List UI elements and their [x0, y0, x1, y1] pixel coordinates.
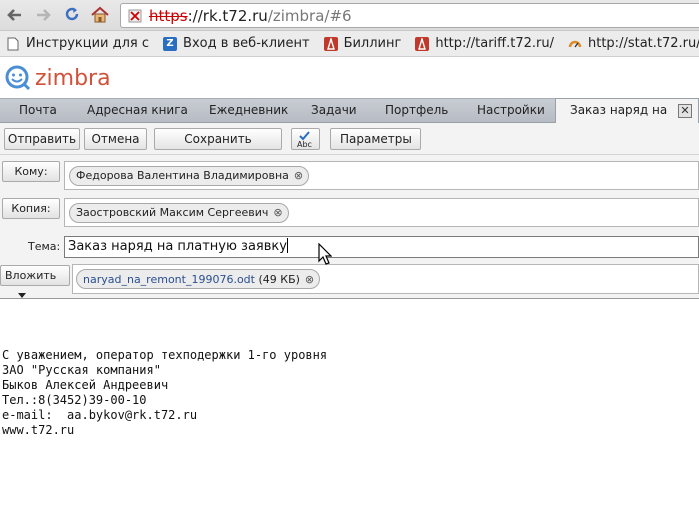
- bookmark-label: Биллинг: [343, 36, 402, 51]
- signature-line: Быков Алексей Андреевич: [2, 378, 169, 392]
- recipient-name: Заостровский Максим Сергеевич: [76, 206, 269, 219]
- tab-mail[interactable]: Почта: [19, 99, 57, 123]
- attach-button[interactable]: Вложить: [0, 265, 70, 298]
- compose-toolbar: Отправить Отмена Сохранить черновик Abc …: [0, 123, 699, 166]
- recipient-name: Федорова Валентина Владимировна: [76, 169, 289, 182]
- bookmark-item[interactable]: http://tariff.t72.ru/: [415, 36, 554, 51]
- app-tabs: Почта Адресная книга Ежедневник Задачи П…: [0, 98, 699, 124]
- attachments-field: naryad_na_remont_199076.odt (49 КБ) ⊗: [72, 264, 699, 294]
- remove-icon[interactable]: ⊗: [294, 169, 303, 182]
- bookmark-label: http://tariff.t72.ru/: [435, 36, 554, 51]
- tab-briefcase[interactable]: Портфель: [385, 99, 448, 123]
- bookmarks-bar: Инструкции для с Z Вход в веб-клиент Бил…: [0, 31, 699, 57]
- browser-toolbar: https://rk.t72.ru/zimbra/#6: [0, 0, 699, 31]
- bookmark-item[interactable]: Биллинг: [323, 36, 402, 51]
- signature-line: Тел.:8(3452)39-00-10: [2, 393, 147, 407]
- forward-button[interactable]: [32, 4, 54, 26]
- recipient-bubble[interactable]: Федорова Валентина Владимировна ⊗: [69, 165, 310, 186]
- bookmark-label: Инструкции для с: [26, 36, 150, 51]
- gauge-icon: [568, 37, 582, 51]
- attach-label: Вложить: [5, 269, 57, 282]
- tower-icon: [415, 36, 430, 51]
- home-button[interactable]: [89, 4, 111, 26]
- cc-button[interactable]: Копия:: [2, 198, 60, 219]
- recipient-bubble[interactable]: Заостровский Максим Сергеевич ⊗: [69, 202, 289, 223]
- tab-calendar[interactable]: Ежедневник: [209, 99, 288, 123]
- to-button[interactable]: Кому:: [2, 161, 60, 182]
- subject-label: Тема:: [28, 240, 61, 253]
- signature: С уважением, оператор техподержки 1-го у…: [2, 348, 327, 438]
- bookmark-item[interactable]: http://stat.t72.ru/i: [568, 36, 699, 51]
- zimbra-smiley-icon: [5, 65, 31, 91]
- insecure-lock-icon: [128, 9, 142, 22]
- tab-compose[interactable]: Заказ наряд на ✕: [555, 98, 699, 124]
- back-button[interactable]: [4, 4, 26, 26]
- cc-field[interactable]: Заостровский Максим Сергеевич ⊗: [64, 198, 699, 227]
- options-label: Параметры: [340, 132, 412, 146]
- reload-icon: [65, 7, 79, 21]
- attachment-size: (49 КБ): [258, 272, 300, 286]
- bookmark-label: Вход в веб-клиент: [183, 36, 310, 51]
- spellcheck-label: Abc: [297, 140, 312, 148]
- options-button[interactable]: Параметры: [330, 128, 421, 162]
- remove-icon[interactable]: ⊗: [305, 273, 314, 286]
- to-field[interactable]: Федорова Валентина Владимировна ⊗: [64, 161, 699, 190]
- cancel-button[interactable]: Отмена: [84, 128, 147, 150]
- bookmark-item[interactable]: Z Вход в веб-клиент: [163, 36, 310, 51]
- attachment-bubble[interactable]: naryad_na_remont_199076.odt (49 КБ) ⊗: [76, 269, 321, 289]
- url-scheme: https: [149, 6, 188, 25]
- subject-value: Заказ наряд на платную заявку: [68, 239, 287, 254]
- url-path: /zimbra/#6: [267, 6, 352, 25]
- text-cursor: [286, 238, 288, 253]
- forward-arrow-icon: [37, 9, 51, 21]
- address-bar[interactable]: https://rk.t72.ru/zimbra/#6: [120, 3, 699, 28]
- remove-icon[interactable]: ⊗: [273, 206, 282, 219]
- compose-header: Кому: Федорова Валентина Владимировна ⊗ К…: [0, 155, 699, 298]
- reload-button[interactable]: [61, 4, 83, 26]
- logo-text: zimbra: [35, 65, 111, 91]
- signature-line: С уважением, оператор техподержки 1-го у…: [2, 348, 328, 362]
- bookmark-label: http://stat.t72.ru/i: [588, 36, 699, 51]
- message-body[interactable]: С уважением, оператор техподержки 1-го у…: [0, 298, 699, 509]
- close-icon[interactable]: ✕: [678, 104, 692, 118]
- home-icon: [91, 6, 109, 23]
- zimbra-logo[interactable]: zimbra: [4, 65, 111, 91]
- send-button[interactable]: Отправить: [4, 128, 80, 150]
- tab-address-book[interactable]: Адресная книга: [87, 99, 188, 123]
- mouse-pointer-icon: [318, 243, 332, 265]
- tab-compose-label: Заказ наряд на: [570, 103, 668, 117]
- signature-line: ЗАО "Русская компания": [2, 363, 161, 377]
- url-text: https://rk.t72.ru/zimbra/#6: [149, 7, 352, 25]
- subject-input[interactable]: Заказ наряд на платную заявку: [64, 236, 699, 258]
- tab-settings[interactable]: Настройки: [477, 99, 545, 123]
- signature-line: www.t72.ru: [2, 423, 75, 437]
- signature-line: e-mail: aa.bykov@rk.t72.ru: [2, 408, 198, 422]
- spellcheck-icon: Abc: [297, 131, 312, 148]
- spellcheck-button[interactable]: Abc: [291, 128, 320, 150]
- tab-tasks[interactable]: Задачи: [311, 99, 357, 123]
- attachment-name[interactable]: naryad_na_remont_199076.odt: [83, 273, 255, 286]
- tower-icon: [323, 36, 338, 51]
- save-draft-button[interactable]: Сохранить черновик: [154, 128, 282, 166]
- app-header: zimbra: [0, 58, 699, 98]
- bookmark-item[interactable]: Инструкции для с: [6, 36, 149, 51]
- zimbra-z-icon: Z: [163, 36, 178, 51]
- chevron-down-icon: [18, 292, 26, 298]
- page-icon: [6, 37, 20, 51]
- back-arrow-icon: [7, 9, 21, 21]
- url-host: ://rk.t72.ru: [187, 6, 268, 25]
